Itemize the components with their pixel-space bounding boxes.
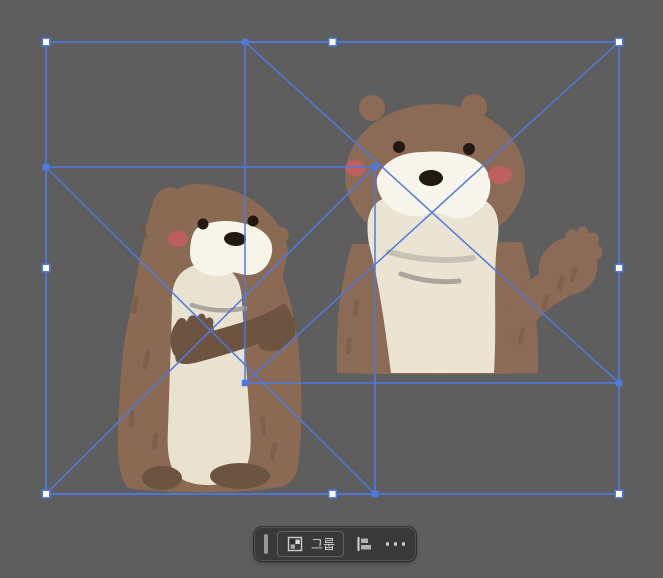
group-button[interactable]: 그룹 [277, 531, 344, 557]
ellipsis-icon [393, 542, 398, 546]
selection-handle[interactable] [614, 263, 624, 273]
selection-handle[interactable] [328, 37, 337, 47]
selection-handle[interactable] [41, 263, 51, 273]
anchor-point[interactable] [241, 379, 249, 387]
more-options-button[interactable] [384, 542, 408, 546]
selection-handle[interactable] [41, 37, 51, 47]
anchor-point[interactable] [371, 490, 379, 498]
selection-handle[interactable] [41, 489, 51, 499]
drag-handle[interactable] [264, 534, 268, 554]
anchor-point[interactable] [371, 163, 379, 171]
selection-handle[interactable] [614, 37, 624, 47]
anchor-point[interactable] [615, 379, 623, 387]
anchor-point[interactable] [42, 163, 50, 171]
ellipsis-icon [385, 542, 390, 546]
selection-overlay [41, 37, 624, 499]
selection-handle[interactable] [614, 489, 624, 499]
contextual-taskbar: 그룹 [254, 527, 416, 561]
canvas[interactable]: 그룹 [0, 0, 663, 578]
group-button-label: 그룹 [311, 536, 335, 552]
selection-handle[interactable] [328, 489, 337, 499]
align-left-icon [357, 537, 371, 551]
group-icon [287, 536, 303, 552]
align-button[interactable] [353, 533, 375, 555]
anchor-point[interactable] [241, 38, 249, 46]
ellipsis-icon [401, 542, 406, 546]
